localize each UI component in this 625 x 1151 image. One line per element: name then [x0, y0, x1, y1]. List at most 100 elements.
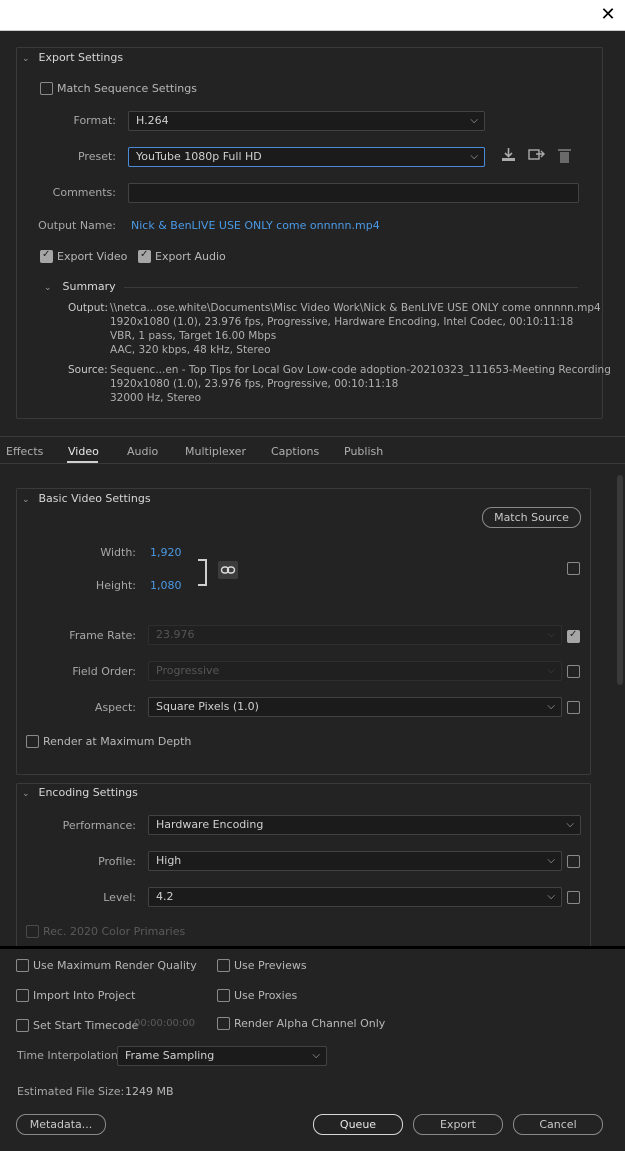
format-select[interactable]: H.264 ⌵: [128, 111, 485, 131]
width-label: Width:: [100, 546, 136, 559]
comments-input[interactable]: [128, 183, 579, 203]
export-audio-checkbox[interactable]: Export Audio: [138, 249, 226, 263]
checkbox-box[interactable]: [16, 988, 29, 1002]
preset-select[interactable]: YouTube 1080p Full HD ⌵: [128, 147, 485, 167]
field-order-label: Field Order:: [72, 665, 136, 678]
summary-divider: [124, 287, 578, 288]
est-size-value: 1249 MB: [125, 1085, 174, 1098]
output-name-link[interactable]: Nick & BenLIVE USE ONLY come onnnnn.mp4: [131, 219, 380, 232]
time-interp-select[interactable]: Frame Sampling ⌵: [117, 1046, 327, 1066]
metadata-button[interactable]: Metadata...: [16, 1114, 106, 1135]
chevron-down-icon: ⌵: [547, 855, 555, 866]
use-proxies-checkbox[interactable]: Use Proxies: [217, 988, 297, 1002]
scrollbar-thumb[interactable]: [617, 475, 623, 685]
tab-audio[interactable]: Audio: [127, 445, 158, 458]
output-name-label: Output Name:: [38, 219, 116, 232]
chevron-down-icon: ⌵: [547, 665, 555, 676]
time-interp-label: Time Interpolation:: [17, 1049, 122, 1062]
summary-source-line: 32000 Hz, Stereo: [110, 392, 202, 404]
format-label: Format:: [73, 114, 116, 127]
checkbox-box[interactable]: [16, 1018, 29, 1032]
checkbox-box[interactable]: [40, 249, 53, 263]
queue-button[interactable]: Queue: [313, 1114, 403, 1135]
size-override-checkbox[interactable]: [567, 562, 580, 575]
link-bracket: [198, 559, 207, 586]
render-max-depth-checkbox[interactable]: Render at Maximum Depth: [26, 734, 191, 748]
preset-label: Preset:: [77, 150, 116, 163]
chevron-down-icon: ⌵: [566, 819, 574, 830]
basic-video-title: Basic Video Settings: [38, 492, 151, 505]
summary-output-line: 1920x1080 (1.0), 23.976 fps, Progressive…: [110, 316, 574, 328]
chevron-down-icon: ⌵: [470, 151, 478, 162]
tab-captions[interactable]: Captions: [271, 445, 319, 458]
match-source-button[interactable]: Match Source: [482, 507, 581, 528]
summary-output-line: AAC, 320 kbps, 48 kHz, Stereo: [110, 344, 271, 356]
rec2020-checkbox[interactable]: Rec. 2020 Color Primaries: [26, 924, 185, 938]
chevron-down-icon: ⌵: [547, 891, 555, 902]
profile-select[interactable]: High ⌵: [148, 851, 562, 871]
timecode-input[interactable]: 00:00:00:00: [134, 1018, 195, 1029]
export-video-checkbox[interactable]: Export Video: [40, 249, 127, 263]
chevron-down-icon: ⌄: [22, 495, 30, 505]
tab-multiplexer[interactable]: Multiplexer: [185, 445, 246, 458]
render-alpha-checkbox[interactable]: Render Alpha Channel Only: [217, 1016, 385, 1030]
tabs-bottom-divider: [0, 463, 625, 464]
checkbox-box[interactable]: [217, 958, 230, 972]
performance-label: Performance:: [62, 819, 136, 832]
encoding-title: Encoding Settings: [38, 786, 138, 799]
chevron-down-icon: ⌄: [44, 283, 52, 293]
checkbox-box[interactable]: [138, 249, 151, 263]
height-label: Height:: [95, 579, 136, 592]
chevron-down-icon: ⌄: [22, 54, 30, 64]
profile-override-checkbox[interactable]: [567, 855, 580, 868]
frame-rate-override-checkbox[interactable]: [567, 629, 580, 643]
checkbox-box[interactable]: [26, 734, 39, 748]
summary-source-label: Source:: [68, 364, 108, 376]
encoding-header[interactable]: ⌄ Encoding Settings: [22, 786, 138, 799]
basic-video-header[interactable]: ⌄ Basic Video Settings: [22, 492, 151, 505]
checkbox-box[interactable]: [26, 924, 39, 938]
level-select[interactable]: 4.2 ⌵: [148, 887, 562, 907]
export-button[interactable]: Export: [413, 1114, 503, 1135]
field-order-select[interactable]: Progressive ⌵: [148, 661, 562, 681]
tab-publish[interactable]: Publish: [344, 445, 383, 458]
tab-video[interactable]: Video: [68, 445, 99, 458]
checkbox-box[interactable]: [217, 988, 230, 1002]
aspect-label: Aspect:: [94, 701, 136, 714]
import-into-project-checkbox[interactable]: Import Into Project: [16, 988, 135, 1002]
set-start-timecode-checkbox[interactable]: Set Start Timecode: [16, 1018, 138, 1032]
close-icon[interactable]: ✕: [597, 4, 619, 26]
tab-effects[interactable]: Effects: [6, 445, 43, 458]
chevron-down-icon: ⌵: [470, 115, 478, 126]
frame-rate-select[interactable]: 23.976 ⌵: [148, 625, 562, 645]
cancel-button[interactable]: Cancel: [513, 1114, 603, 1135]
summary-output-label: Output:: [68, 302, 109, 314]
trash-icon[interactable]: [557, 147, 572, 168]
checkbox-box[interactable]: [217, 1016, 230, 1030]
use-previews-checkbox[interactable]: Use Previews: [217, 958, 307, 972]
export-settings-title: Export Settings: [38, 51, 124, 64]
profile-label: Profile:: [98, 855, 136, 868]
download-icon[interactable]: [500, 147, 517, 167]
chevron-down-icon: ⌵: [547, 629, 555, 640]
height-value[interactable]: 1,080: [150, 579, 182, 592]
summary-title: Summary: [62, 280, 116, 293]
checkbox-box[interactable]: [40, 81, 53, 95]
field-order-override-checkbox[interactable]: [567, 665, 580, 678]
tabs-top-divider: [0, 436, 625, 437]
import-icon[interactable]: [528, 147, 546, 167]
max-render-quality-checkbox[interactable]: Use Maximum Render Quality: [16, 958, 197, 972]
performance-select[interactable]: Hardware Encoding ⌵: [148, 815, 581, 835]
checkbox-box[interactable]: [16, 958, 29, 972]
summary-output-line: VBR, 1 pass, Target 16.00 Mbps: [110, 330, 277, 342]
chain-link-icon[interactable]: [218, 561, 238, 579]
summary-source-line: Sequenc...en - Top Tips for Local Gov Lo…: [110, 364, 611, 376]
aspect-select[interactable]: Square Pixels (1.0) ⌵: [148, 697, 562, 717]
export-settings-header[interactable]: ⌄ Export Settings: [22, 51, 123, 64]
summary-header[interactable]: ⌄ Summary: [44, 280, 116, 293]
level-override-checkbox[interactable]: [567, 891, 580, 904]
aspect-override-checkbox[interactable]: [567, 701, 580, 714]
match-sequence-checkbox[interactable]: Match Sequence Settings: [40, 81, 197, 95]
width-value[interactable]: 1,920: [150, 546, 182, 559]
est-size-label: Estimated File Size:: [17, 1085, 125, 1098]
